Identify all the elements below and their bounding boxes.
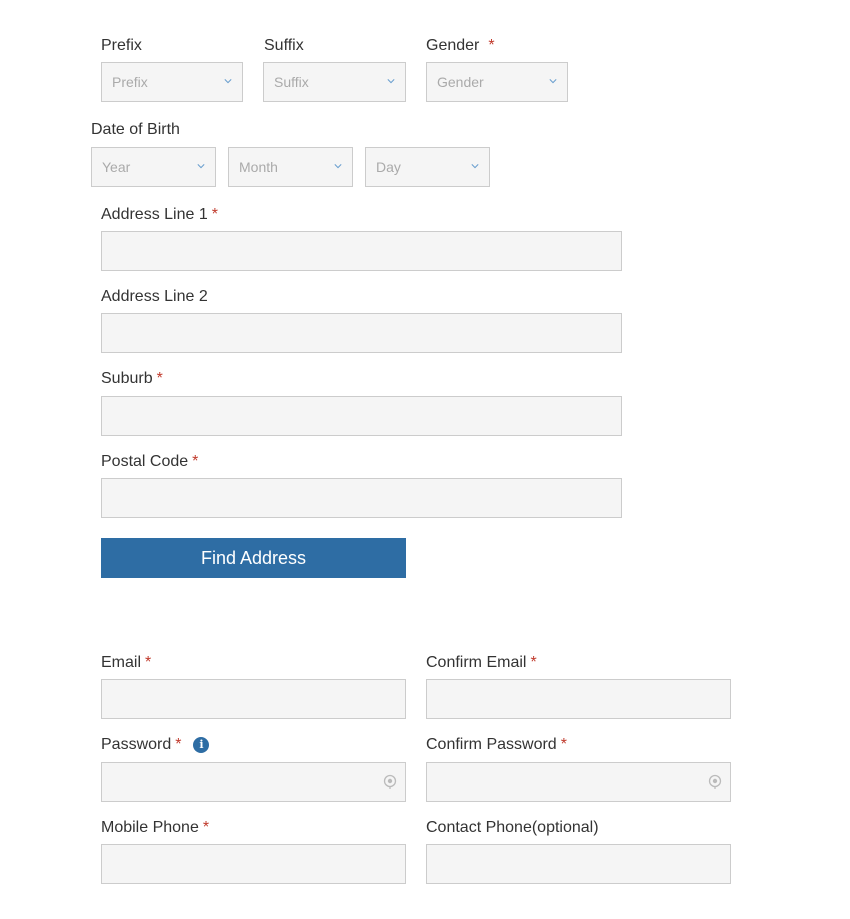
email-input[interactable]	[101, 679, 406, 719]
postal-code-label: Postal Code *	[101, 453, 198, 471]
prefix-label-text: Prefix	[101, 37, 142, 54]
dob-month-select[interactable]: Month	[228, 147, 353, 187]
password-reveal-icon[interactable]	[708, 774, 722, 790]
prefix-select[interactable]: Prefix	[101, 62, 243, 102]
postal-code-input[interactable]	[101, 478, 622, 518]
dob-year-select[interactable]: Year	[91, 147, 216, 187]
prefix-label: Prefix	[101, 37, 142, 55]
confirm-email-label: Confirm Email *	[426, 654, 537, 672]
email-label: Email *	[101, 654, 151, 672]
suffix-select[interactable]: Suffix	[263, 62, 406, 102]
required-asterisk: *	[202, 819, 210, 836]
chevron-down-icon	[197, 164, 205, 169]
dob-day-select[interactable]: Day	[365, 147, 490, 187]
required-asterisk: *	[175, 736, 182, 753]
dob-label: Date of Birth	[91, 121, 180, 139]
year-placeholder: Year	[102, 159, 131, 175]
postal-code-label-text: Postal Code	[101, 453, 189, 470]
address-line1-label: Address Line 1 *	[101, 206, 218, 224]
suburb-label: Suburb *	[101, 370, 163, 388]
mobile-phone-label: Mobile Phone *	[101, 819, 209, 837]
required-asterisk: *	[560, 736, 567, 753]
confirm-password-label-text: Confirm Password	[426, 736, 557, 753]
contact-phone-label-text: Contact Phone(optional)	[426, 819, 599, 836]
suburb-input[interactable]	[101, 396, 622, 436]
day-placeholder: Day	[376, 159, 401, 175]
chevron-down-icon	[549, 79, 557, 84]
address-line1-input[interactable]	[101, 231, 622, 271]
password-input[interactable]	[101, 762, 406, 802]
address-line2-label-text: Address Line 2	[101, 288, 208, 305]
info-icon[interactable]: i	[193, 737, 210, 753]
required-asterisk: *	[530, 654, 537, 671]
suffix-label-text: Suffix	[264, 37, 304, 54]
chevron-down-icon	[471, 164, 479, 169]
address-line2-input[interactable]	[101, 313, 622, 353]
gender-placeholder: Gender	[437, 74, 484, 90]
mobile-phone-label-text: Mobile Phone	[101, 819, 199, 836]
password-label-text: Password	[101, 736, 172, 753]
gender-label-text: Gender	[426, 37, 480, 54]
chevron-down-icon	[334, 164, 342, 169]
find-address-button[interactable]: Find Address	[101, 538, 406, 578]
dob-label-text: Date of Birth	[91, 121, 180, 138]
month-placeholder: Month	[239, 159, 278, 175]
suffix-placeholder: Suffix	[274, 74, 309, 90]
email-label-text: Email	[101, 654, 142, 671]
confirm-email-input[interactable]	[426, 679, 731, 719]
required-asterisk: *	[156, 370, 163, 387]
confirm-password-input[interactable]	[426, 762, 731, 802]
contact-phone-input[interactable]	[426, 844, 731, 884]
suffix-label: Suffix	[264, 37, 304, 55]
confirm-email-label-text: Confirm Email	[426, 654, 527, 671]
required-asterisk: *	[211, 206, 218, 223]
required-asterisk: *	[145, 654, 152, 671]
address-line2-label: Address Line 2	[101, 288, 208, 306]
required-asterisk: *	[192, 453, 199, 470]
mobile-phone-input[interactable]	[101, 844, 406, 884]
chevron-down-icon	[224, 79, 232, 84]
gender-label: Gender *	[426, 37, 495, 55]
password-reveal-icon[interactable]	[383, 774, 397, 790]
chevron-down-icon	[387, 79, 395, 84]
suburb-label-text: Suburb	[101, 370, 153, 387]
confirm-password-label: Confirm Password *	[426, 736, 567, 754]
password-label: Password * i	[101, 736, 210, 754]
address-line1-label-text: Address Line 1	[101, 206, 208, 223]
gender-select[interactable]: Gender	[426, 62, 568, 102]
required-asterisk: *	[488, 37, 495, 54]
contact-phone-label: Contact Phone(optional)	[426, 819, 599, 837]
prefix-placeholder: Prefix	[112, 74, 148, 90]
